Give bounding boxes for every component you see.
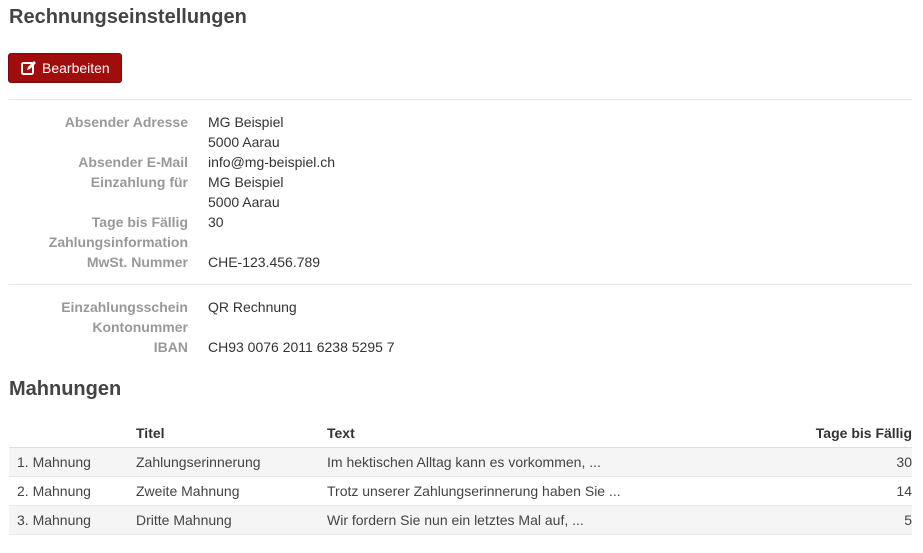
edit-button[interactable]: Bearbeiten	[8, 53, 122, 83]
column-header-name	[9, 420, 128, 448]
edit-icon	[21, 60, 37, 76]
reminders-table: Titel Text Tage bis Fällig 1. Mahnung Za…	[9, 420, 912, 535]
cell-title: Zweite Mahnung	[128, 476, 319, 506]
table-row[interactable]: 1. Mahnung Zahlungserinnerung Im hektisc…	[9, 447, 912, 477]
edit-button-label: Bearbeiten	[42, 60, 110, 76]
page-title: Rechnungseinstellungen	[9, 6, 247, 28]
detail-value: MG Beispiel	[208, 174, 284, 190]
cell-text: Trotz unserer Zahlungserinnerung haben S…	[319, 476, 759, 506]
cell-title: Zahlungserinnerung	[128, 447, 319, 477]
detail-row-payment-information: Zahlungsinformation	[0, 232, 923, 252]
detail-label: Einzahlungsschein	[61, 299, 188, 315]
detail-value: info@mg-beispiel.ch	[208, 154, 336, 170]
column-header-text: Text	[319, 420, 759, 448]
detail-value: QR Rechnung	[208, 299, 297, 315]
detail-row-sender-address-line2: 5000 Aarau	[0, 132, 923, 152]
cell-name: 2. Mahnung	[9, 476, 128, 506]
cell-name: 1. Mahnung	[9, 447, 128, 477]
detail-label: Kontonummer	[92, 319, 188, 335]
detail-label: Einzahlung für	[90, 174, 188, 190]
cell-days: 30	[759, 447, 912, 477]
detail-row-sender-address: Absender Adresse MG Beispiel	[0, 112, 923, 132]
detail-value: MG Beispiel	[208, 114, 284, 130]
divider	[9, 284, 912, 285]
divider	[9, 99, 912, 100]
table-row[interactable]: 3. Mahnung Dritte Mahnung Wir fordern Si…	[9, 505, 912, 535]
detail-label: Tage bis Fällig	[91, 214, 188, 230]
detail-row-payment-slip: Einzahlungsschein QR Rechnung	[0, 297, 923, 317]
detail-row-days-until-due: Tage bis Fällig 30	[0, 212, 923, 232]
column-header-title: Titel	[128, 420, 319, 448]
detail-value: 5000 Aarau	[208, 134, 280, 150]
detail-value: CHE-123.456.789	[208, 254, 321, 270]
table-header-row: Titel Text Tage bis Fällig	[9, 420, 912, 448]
detail-label: Absender Adresse	[64, 114, 188, 130]
detail-value: 5000 Aarau	[208, 194, 280, 210]
detail-label: MwSt. Nummer	[86, 254, 188, 270]
detail-value: CH93 0076 2011 6238 5295 7	[208, 339, 395, 355]
detail-row-payment-for-line2: 5000 Aarau	[0, 192, 923, 212]
column-header-days-until-due: Tage bis Fällig	[759, 420, 912, 448]
detail-value: 30	[208, 214, 224, 230]
detail-row-vat-number: MwSt. Nummer CHE-123.456.789	[0, 252, 923, 272]
cell-days: 14	[759, 476, 912, 506]
cell-days: 5	[759, 505, 912, 535]
detail-label: Zahlungsinformation	[48, 234, 188, 250]
detail-row-payment-for: Einzahlung für MG Beispiel	[0, 172, 923, 192]
detail-row-account-number: Kontonummer	[0, 317, 923, 337]
detail-label: Absender E-Mail	[78, 154, 188, 170]
reminders-title: Mahnungen	[9, 378, 122, 400]
detail-label: IBAN	[153, 339, 188, 355]
detail-row-iban: IBAN CH93 0076 2011 6238 5295 7	[0, 337, 923, 357]
cell-title: Dritte Mahnung	[128, 505, 319, 535]
table-row[interactable]: 2. Mahnung Zweite Mahnung Trotz unserer …	[9, 476, 912, 506]
cell-text: Im hektischen Alltag kann es vorkommen, …	[319, 447, 759, 477]
detail-row-sender-email: Absender E-Mail info@mg-beispiel.ch	[0, 152, 923, 172]
cell-text: Wir fordern Sie nun ein letztes Mal auf,…	[319, 505, 759, 535]
cell-name: 3. Mahnung	[9, 505, 128, 535]
